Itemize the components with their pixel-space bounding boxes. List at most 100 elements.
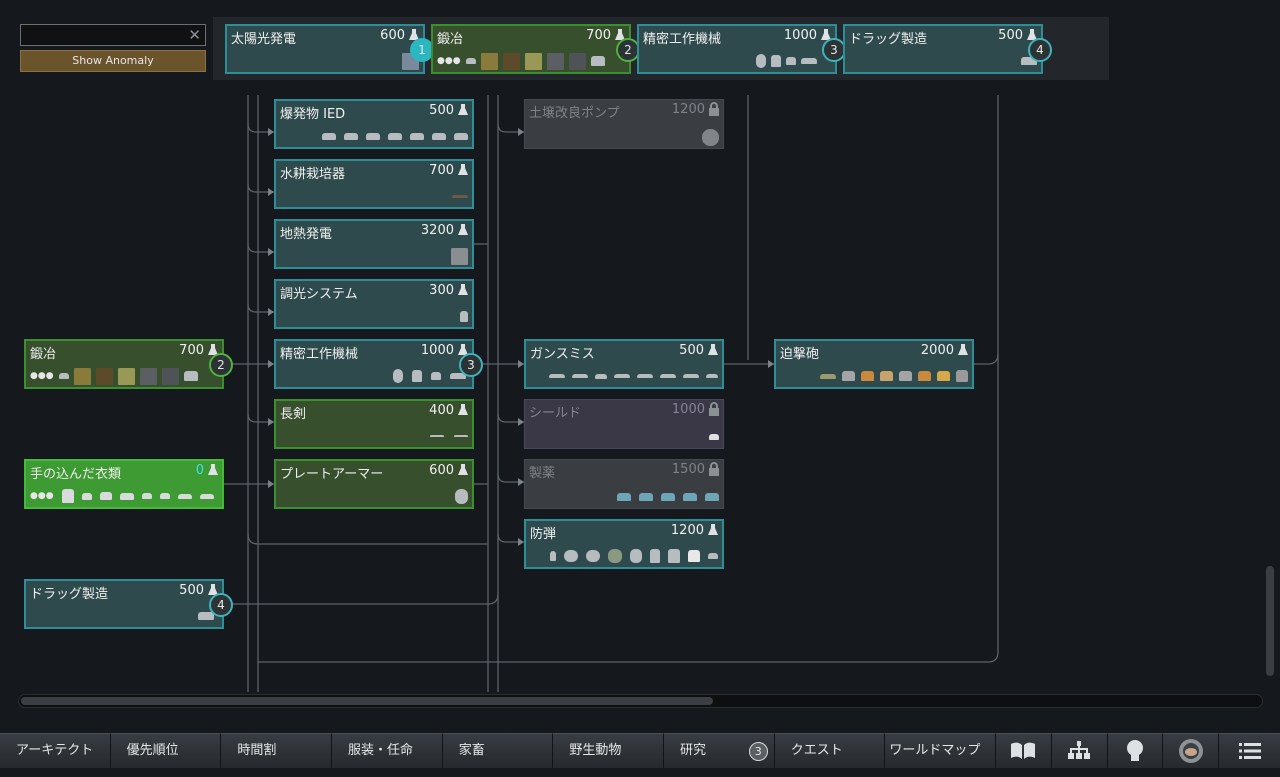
research-node-hydroponics[interactable]: 水耕栽培器 700: [274, 159, 474, 209]
material-block-icon: [95, 367, 113, 385]
ied-trap-icon: [410, 132, 424, 140]
gun-icon: [637, 374, 653, 378]
queue-item-smithing[interactable]: 鍛冶 700 ●●●: [431, 24, 631, 74]
tab-quests[interactable]: クエスト: [774, 733, 886, 768]
research-node-colored-lights[interactable]: 調光システム 300: [274, 279, 474, 329]
tab-ideas[interactable]: [1107, 733, 1164, 768]
vertical-scroll-thumb[interactable]: [1266, 566, 1274, 676]
node-cost: 1000: [671, 402, 705, 417]
part-icon: [786, 57, 796, 65]
research-flask-icon: [458, 164, 468, 175]
research-flask-icon: [458, 104, 468, 115]
material-block-icon: [480, 52, 498, 70]
tab-schedule[interactable]: 時間割: [221, 733, 333, 768]
tab-colonist[interactable]: [1163, 733, 1220, 768]
tab-research[interactable]: 研究 3: [664, 733, 775, 768]
research-flask-icon: [708, 524, 718, 535]
helmet-icon: [586, 550, 600, 562]
node-cost: 300: [429, 283, 454, 298]
show-anomaly-button[interactable]: Show Anomaly: [20, 50, 206, 72]
research-search-input[interactable]: ✕: [20, 24, 206, 46]
queue-number-badge: 4: [209, 593, 233, 617]
gun-icon: [706, 374, 718, 378]
research-node-long-blades[interactable]: 長剣 400: [274, 399, 474, 449]
belt-icon: [199, 493, 214, 499]
helmet-icon: [608, 549, 622, 563]
factions-icon: [1068, 741, 1091, 759]
queue-item-solar-power[interactable]: 太陽光発電 600: [225, 24, 425, 74]
node-title: ドラッグ製造: [849, 32, 928, 47]
mortar-icon: [820, 373, 836, 379]
shell-icon: [899, 371, 912, 381]
queue-item-machining[interactable]: 精密工作機械 1000: [637, 24, 837, 74]
research-flask-icon: [458, 404, 468, 415]
sword-icon: [454, 435, 468, 437]
medicine-icon: [683, 493, 697, 501]
tab-menu[interactable]: [1219, 733, 1280, 768]
lamp-icon: [460, 310, 468, 322]
tab-work[interactable]: 優先順位: [110, 733, 222, 768]
research-node-mortars[interactable]: 迫撃砲 2000: [774, 339, 974, 389]
queue-item-drug-production[interactable]: ドラッグ製造 500: [843, 24, 1043, 74]
weapon-icon: [590, 56, 605, 66]
horizontal-scrollbar[interactable]: [18, 694, 1263, 708]
unlock-item-icon: [58, 373, 69, 379]
lightbulb-icon: [1127, 740, 1144, 761]
material-block-icon: [117, 367, 135, 385]
tab-factions[interactable]: [1051, 733, 1108, 768]
research-node-shields[interactable]: シールド 1000: [524, 399, 724, 449]
research-node-flak-armor[interactable]: 防弾 1200: [524, 519, 724, 569]
research-node-ied[interactable]: 爆発物 IED 500: [274, 99, 474, 149]
material-block-icon: [546, 52, 564, 70]
node-title: 鍛冶: [437, 32, 464, 47]
ied-trap-icon: [366, 132, 380, 140]
node-cost: 500: [679, 343, 704, 358]
tab-wildlife[interactable]: 野生動物: [553, 733, 665, 768]
tab-research-label: 研究: [680, 743, 707, 758]
node-cost: 1200: [671, 102, 705, 117]
lock-icon: [709, 102, 719, 116]
research-node-gunsmithing[interactable]: ガンスミス 500: [524, 339, 724, 389]
tab-history[interactable]: [996, 733, 1052, 768]
node-cost: 600: [429, 463, 454, 478]
helmet-icon: [756, 54, 766, 68]
menu-icon: [1238, 743, 1261, 759]
node-cost: 1200: [670, 523, 704, 538]
research-node-plate-armor[interactable]: プレートアーマー 600: [274, 459, 474, 509]
queue-number-badge: 2: [209, 353, 233, 377]
research-node-soil-pump[interactable]: 土壌改良ポンプ 1200: [524, 99, 724, 149]
helmet-icon: [393, 369, 403, 383]
hat-icon: [81, 492, 92, 500]
tab-world[interactable]: ワールドマップ: [885, 733, 996, 768]
book-icon: [1011, 742, 1036, 759]
lock-icon: [709, 462, 719, 476]
ied-trap-icon: [454, 132, 468, 140]
hat-icon: [99, 492, 112, 500]
ied-trap-icon: [432, 132, 446, 140]
research-node-geothermal[interactable]: 地熱発電 3200: [274, 219, 474, 269]
research-node-smithing[interactable]: 鍛冶 700 ●●●: [24, 339, 224, 389]
research-node-machining[interactable]: 精密工作機械 1000: [274, 339, 474, 389]
node-title: 爆発物 IED: [280, 107, 346, 122]
node-title: ドラッグ製造: [30, 587, 109, 602]
node-title: 精密工作機械: [280, 347, 359, 362]
research-node-medicine[interactable]: 製薬 1500: [524, 459, 724, 509]
belt-icon: [177, 493, 192, 499]
horizontal-scroll-thumb[interactable]: [21, 697, 713, 705]
clear-search-icon[interactable]: ✕: [188, 26, 201, 44]
tab-animals[interactable]: 家畜: [442, 733, 554, 768]
clothing-icon: [159, 493, 170, 499]
research-node-drug-production[interactable]: ドラッグ製造 500: [24, 579, 224, 629]
tab-assign[interactable]: 服装・任命: [332, 733, 443, 768]
tab-architect[interactable]: アーキテクト: [0, 733, 111, 768]
shirt-icon: [688, 550, 700, 562]
shell-icon: [956, 370, 968, 382]
research-flask-icon: [208, 464, 218, 475]
research-node-complex-clothing[interactable]: 手の込んだ衣類 0 ●●●: [24, 459, 224, 509]
colonist-helmet-icon: [1178, 739, 1203, 763]
more-dots-icon: ●●●: [30, 491, 54, 501]
node-title: 迫撃砲: [780, 347, 820, 362]
gun-icon: [549, 374, 565, 378]
sword-icon: [430, 435, 444, 437]
clothing-icon: [61, 489, 74, 503]
